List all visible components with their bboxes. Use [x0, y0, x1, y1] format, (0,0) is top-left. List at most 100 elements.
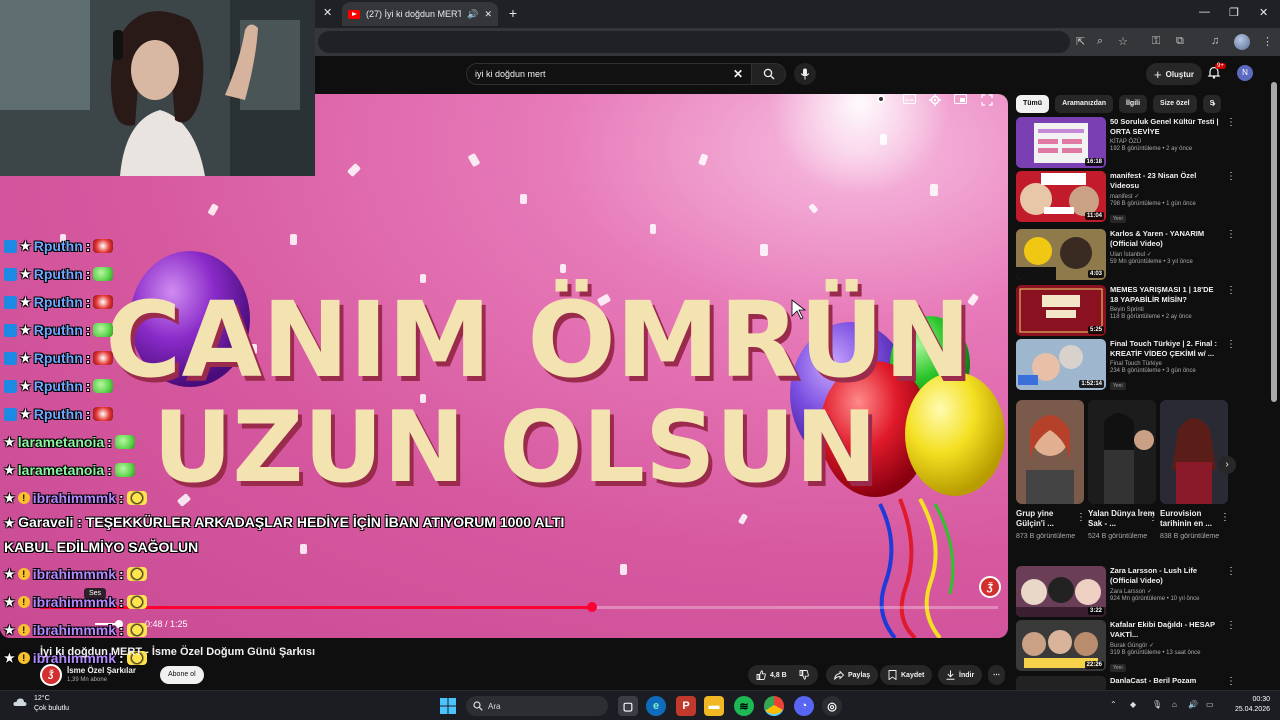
more-options-icon[interactable]: ⋮	[1148, 512, 1158, 523]
search-input[interactable]: iyi ki doğdun mert ✕	[466, 63, 752, 85]
task-view-icon[interactable]: ▢	[618, 696, 638, 716]
fullscreen-icon[interactable]	[981, 94, 993, 106]
channel-avatar[interactable]: ǯ	[40, 664, 62, 686]
channel-name[interactable]: İsme Özel Şarkılar	[67, 666, 136, 675]
filter-chip[interactable]: Size özel	[1153, 95, 1197, 113]
channel-name[interactable]: manifest ✓	[1110, 193, 1222, 200]
maximize-button[interactable]: ❐	[1229, 6, 1239, 19]
subscribe-button[interactable]: Abone ol	[160, 666, 204, 684]
previous-tab-close-icon[interactable]: ✕	[323, 6, 332, 19]
new-tab-button[interactable]: +	[504, 4, 522, 22]
recommendation-card[interactable]: 3:22 Zara Larsson - Lush Life (Official V…	[1016, 566, 1236, 620]
more-options-icon[interactable]: ⋮	[1226, 285, 1236, 296]
pinned-app-p-icon[interactable]: P	[676, 696, 696, 716]
more-options-icon[interactable]: ⋮	[1220, 512, 1230, 523]
close-window-button[interactable]: ✕	[1259, 6, 1268, 19]
chrome-icon[interactable]	[764, 696, 784, 716]
short-title[interactable]: Yalan Dünya İrem Sak - ...	[1088, 509, 1156, 529]
profile-avatar-icon[interactable]	[1234, 34, 1250, 50]
weather-widget[interactable]: 12°C Çok bulutlu	[13, 694, 69, 714]
file-explorer-icon[interactable]: ▬	[704, 696, 724, 716]
video-thumbnail[interactable]: 1:52:14	[1016, 339, 1106, 390]
more-options-icon[interactable]: ⋮	[1226, 566, 1236, 577]
short-card[interactable]: Eurovision tarihinin en ... 838 B görüntü…	[1160, 400, 1230, 542]
more-options-icon[interactable]: ⋮	[1226, 117, 1236, 128]
page-scrollbar[interactable]	[1270, 60, 1278, 690]
pinned-app-icon[interactable]: ◎	[822, 696, 842, 716]
video-title[interactable]: MEMES YARIŞMASI 1 | 18'DE 18 YAPABİLİR M…	[1110, 285, 1222, 305]
video-title[interactable]: Karlos & Yaren - YANARIM (Official Video…	[1110, 229, 1222, 249]
more-options-icon[interactable]: ⋮	[1226, 171, 1236, 182]
download-button[interactable]: İndir	[938, 665, 983, 685]
channel-name[interactable]: Zara Larsson ✓	[1110, 588, 1222, 595]
video-title[interactable]: Zara Larsson - Lush Life (Official Video…	[1110, 566, 1222, 586]
tray-overflow-icon[interactable]: ⌃	[1110, 700, 1117, 709]
account-avatar[interactable]: N	[1237, 65, 1253, 81]
zoom-icon[interactable]: ⌕	[1097, 35, 1103, 48]
video-title[interactable]: DanlaCast - Beril Pozam	[1110, 676, 1222, 686]
video-thumbnail[interactable]: 11:04	[1016, 171, 1106, 222]
more-options-icon[interactable]: ⋮	[1226, 229, 1236, 240]
short-thumbnail[interactable]	[1088, 400, 1156, 504]
media-control-icon[interactable]: ♫	[1211, 35, 1219, 47]
network-icon[interactable]: ⌂	[1172, 700, 1177, 709]
settings-gear-icon[interactable]	[929, 94, 941, 106]
windows-start-icon[interactable]	[440, 698, 456, 714]
tray-app-icon[interactable]: ◆	[1130, 700, 1136, 709]
channel-watermark[interactable]: ǯ	[979, 576, 1001, 598]
short-thumbnail[interactable]	[1016, 400, 1084, 504]
more-options-icon[interactable]: ⋮	[1076, 512, 1086, 523]
chips-next-icon[interactable]: ›	[1212, 98, 1216, 110]
short-title[interactable]: Grup yine Gülçin'i ...	[1016, 509, 1084, 529]
discord-icon[interactable]: ◔	[794, 696, 814, 716]
clear-search-icon[interactable]: ✕	[733, 67, 743, 81]
recommendation-card[interactable]: 11:04 manifest - 23 Nisan Özel Videosu man…	[1016, 171, 1236, 225]
tab-audio-icon[interactable]: 🔊	[467, 9, 478, 20]
share-button[interactable]: Paylaş	[826, 665, 879, 685]
recommendation-card[interactable]: 5:25 MEMES YARIŞMASI 1 | 18'DE 18 YAPABİL…	[1016, 285, 1236, 339]
more-options-icon[interactable]: ⋮	[1226, 676, 1236, 687]
create-button[interactable]: + Oluştur	[1146, 63, 1203, 85]
video-title[interactable]: 50 Soruluk Genel Kültür Testi | ORTA SEV…	[1110, 117, 1222, 137]
channel-name[interactable]: Ulan İstanbul ✓	[1110, 251, 1222, 258]
volume-tray-icon[interactable]: 🔊	[1188, 700, 1198, 709]
video-title[interactable]: Kafalar Ekibi Dağıldı - HESAP VAKTİ...	[1110, 620, 1222, 640]
video-title[interactable]: manifest - 23 Nisan Özel Videosu	[1110, 171, 1222, 191]
extensions-icon[interactable]: ⧉	[1176, 35, 1184, 48]
taskbar-search[interactable]: Ara	[466, 696, 608, 716]
short-card[interactable]: Grup yine Gülçin'i ... 873 B görüntüleme ⋮	[1016, 400, 1086, 542]
tray-mic-icon[interactable]: 🎙	[1152, 700, 1162, 709]
video-thumbnail[interactable]: 3:22	[1016, 566, 1106, 617]
recommendation-card[interactable]: 1:52:14 Final Touch Türkiye | 2. Final : …	[1016, 339, 1236, 393]
filter-chip[interactable]: İlgili	[1119, 95, 1148, 113]
video-thumbnail[interactable]: 22:26	[1016, 620, 1106, 671]
minimize-button[interactable]: —	[1199, 6, 1210, 18]
more-actions-button[interactable]: ⋯	[988, 665, 1005, 685]
like-button[interactable]: 4,8 B	[748, 665, 818, 685]
spotify-icon[interactable]: ≋	[734, 696, 754, 716]
battery-icon[interactable]: ▭	[1206, 700, 1214, 709]
thumbs-down-icon[interactable]	[799, 670, 809, 680]
channel-name[interactable]: Beyin Sprinti	[1110, 307, 1222, 313]
cast-icon[interactable]: ⇱	[1076, 35, 1085, 48]
recommendation-card[interactable]: 4:03 Karlos & Yaren - YANARIM (Official V…	[1016, 229, 1236, 283]
system-clock[interactable]: 00:30 25.04.2026	[1226, 695, 1270, 715]
shorts-next-icon[interactable]: ›	[1218, 456, 1236, 474]
video-thumbnail[interactable]: 16:18	[1016, 117, 1106, 168]
short-card[interactable]: Yalan Dünya İrem Sak - ... 524 B görüntül…	[1088, 400, 1158, 542]
video-title[interactable]: Final Touch Türkiye | 2. Final : KREATİF…	[1110, 339, 1222, 359]
scrollbar-thumb[interactable]	[1271, 82, 1277, 402]
channel-name[interactable]: Burak Güngör ✓	[1110, 642, 1222, 649]
browser-menu-icon[interactable]: ⋮	[1262, 35, 1273, 48]
active-tab[interactable]: (27) İyi ki doğdun MERT - İs 🔊 ✕	[342, 2, 498, 26]
bookmark-star-icon[interactable]: ☆	[1118, 35, 1128, 48]
passwords-icon[interactable]: ⚿	[1152, 35, 1160, 48]
voice-search-button[interactable]	[794, 63, 816, 85]
tab-close-icon[interactable]: ✕	[484, 9, 492, 20]
recommendation-card[interactable]: 22:26 Kafalar Ekibi Dağıldı - HESAP VAKTİ…	[1016, 620, 1236, 674]
video-thumbnail[interactable]: 4:03	[1016, 229, 1106, 280]
more-options-icon[interactable]: ⋮	[1226, 620, 1236, 631]
filter-chip[interactable]: Tümü	[1016, 95, 1050, 113]
autoplay-toggle-icon[interactable]	[876, 94, 886, 104]
channel-name[interactable]: KİTAP ÖZÜ	[1110, 139, 1222, 145]
